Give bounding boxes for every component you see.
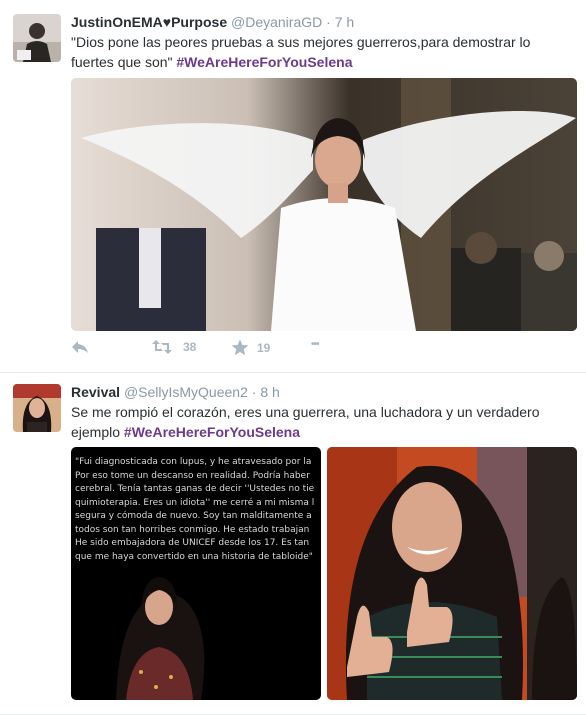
tweet-photo[interactable] (71, 78, 577, 331)
retweet-icon (152, 340, 172, 354)
like-button[interactable]: 19 (231, 339, 270, 356)
tweet-photo-quote[interactable]: "Fui diagnosticada con lupus, y he atrav… (71, 447, 321, 700)
tweet[interactable]: JustinOnEMA♥Purpose @DeyaniraGD · 7 h "D… (0, 0, 586, 373)
avatar[interactable] (13, 14, 61, 62)
tweet-header: Revival @SellyIsMyQueen2 · 8 h (71, 383, 280, 401)
retweet-button[interactable]: 38 (151, 339, 196, 355)
display-name[interactable]: Revival (71, 384, 120, 400)
photo-image (71, 78, 577, 331)
tweet-text-line: fuertes que son" (71, 54, 173, 70)
tweet-text: Se me rompió el corazón, eres una guerre… (71, 402, 571, 442)
tweet-text-line: "Dios pone las peores pruebas a sus mejo… (71, 34, 531, 50)
hashtag-link[interactable]: #WeAreHereForYouSelena (124, 424, 300, 440)
separator: · (251, 384, 257, 400)
timestamp[interactable]: 8 h (260, 384, 279, 400)
tweet[interactable]: Revival @SellyIsMyQueen2 · 8 h Se me rom… (0, 373, 586, 714)
timestamp[interactable]: 7 h (335, 14, 354, 30)
more-button[interactable]: ••• (311, 339, 319, 350)
reply-button[interactable] (71, 339, 89, 355)
retweet-count: 38 (183, 340, 197, 354)
tweet-actions: 38 19 ••• (71, 339, 371, 359)
more-icon: ••• (311, 339, 319, 350)
thumbs-up-photo (327, 447, 577, 700)
star-icon (231, 339, 249, 356)
quote-photo-figure (116, 577, 205, 700)
display-name[interactable]: JustinOnEMA♥Purpose (71, 14, 227, 30)
tweet-text: "Dios pone las peores pruebas a sus mejo… (71, 32, 571, 72)
reply-icon (72, 341, 88, 353)
timeline: JustinOnEMA♥Purpose @DeyaniraGD · 7 h "D… (0, 0, 586, 714)
separator: · (326, 14, 331, 30)
avatar[interactable] (13, 384, 61, 432)
tweet-header: JustinOnEMA♥Purpose @DeyaniraGD · 7 h (71, 13, 354, 31)
tweet-text-line: Se me rompió el corazón, eres una guerre… (71, 404, 540, 420)
tweet-text-line: ejemplo (71, 424, 121, 440)
like-count: 19 (257, 340, 271, 355)
tweet-photo-thumbs-up[interactable] (327, 447, 577, 700)
avatar-image (13, 14, 61, 62)
username[interactable]: @DeyaniraGD (231, 14, 322, 30)
avatar-image (13, 384, 61, 432)
username[interactable]: @SellyIsMyQueen2 (124, 384, 248, 400)
hashtag-link[interactable]: #WeAreHereForYouSelena (176, 54, 352, 70)
